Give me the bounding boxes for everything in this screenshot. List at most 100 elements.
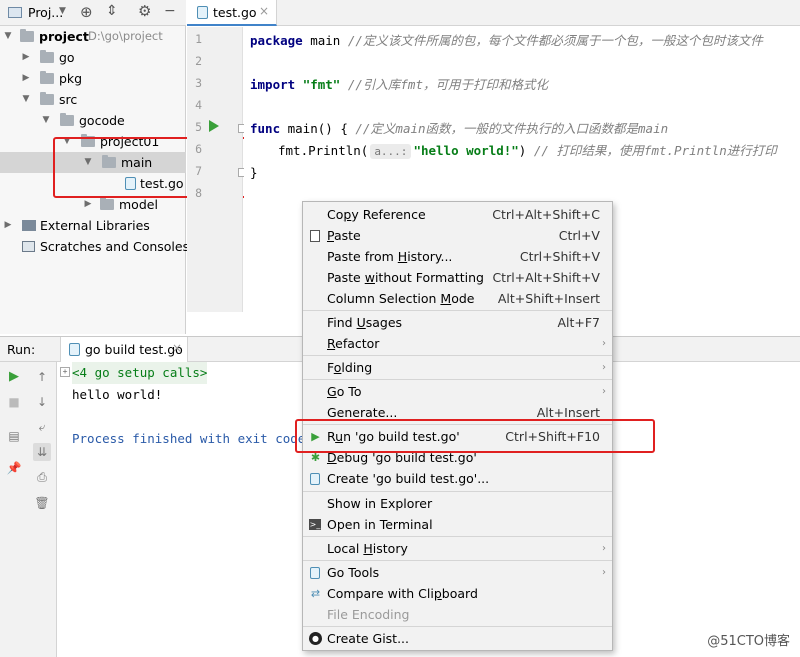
editor-gutter: 1 2 3 4 5 6 7 8	[187, 27, 247, 312]
menu-item-label: Column Selection Mode	[327, 291, 475, 306]
hide-panel-icon[interactable]: −	[164, 3, 176, 19]
submenu-arrow-icon: ›	[602, 386, 606, 397]
menu-item-local-history[interactable]: Local History ›	[303, 538, 612, 559]
menu-item-create-run-config[interactable]: Create 'go build test.go'...	[303, 468, 612, 489]
code-comment: //引入库fmt，可用于打印和格式化	[347, 77, 548, 92]
gear-icon[interactable]: ⚙	[138, 2, 151, 20]
terminal-icon: >_	[309, 519, 321, 530]
soft-wrap-icon[interactable]: ⤶	[33, 418, 51, 436]
menu-item-column-selection-mode[interactable]: Column Selection Mode Alt+Shift+Insert	[303, 288, 612, 309]
folder-icon	[100, 197, 114, 210]
keyword: func	[250, 121, 281, 136]
menu-item-refactor[interactable]: Refactor ›	[303, 333, 612, 354]
go-tools-icon	[310, 567, 320, 579]
menu-shortcut: Ctrl+Alt+Shift+C	[492, 207, 600, 222]
menu-item-create-gist[interactable]: ● Create Gist...	[303, 628, 612, 649]
chevron-down-icon[interactable]: ▼	[3, 26, 13, 47]
tree-item-src[interactable]: ▼ src	[0, 89, 186, 110]
keyword: import	[250, 77, 296, 92]
menu-shortcut: Alt+F7	[557, 315, 600, 330]
menu-item-label: Show in Explorer	[327, 496, 433, 511]
menu-separator	[303, 379, 612, 380]
menu-item-label: Paste from History...	[327, 249, 453, 264]
project-panel-title[interactable]: Proj...	[28, 5, 63, 20]
up-arrow-icon[interactable]: ↑	[33, 368, 51, 386]
menu-item-open-in-terminal[interactable]: >_ Open in Terminal	[303, 514, 612, 535]
run-gutter-icon[interactable]	[209, 120, 219, 132]
library-icon	[22, 220, 36, 231]
menu-item-label: Find Usages	[327, 315, 403, 330]
menu-separator	[303, 310, 612, 311]
menu-item-label: Go To	[327, 384, 362, 399]
tree-item-label: go	[59, 50, 75, 65]
tree-item-external-libraries[interactable]: ▶ External Libraries	[0, 215, 186, 236]
menu-item-copy-reference[interactable]: Copy Reference Ctrl+Alt+Shift+C	[303, 204, 612, 225]
menu-shortcut: Alt+Shift+Insert	[497, 291, 600, 306]
menu-shortcut: Ctrl+V	[558, 228, 600, 243]
project-view-icon	[8, 7, 22, 18]
menu-item-label: Local History	[327, 541, 408, 556]
code-text: )	[518, 143, 534, 158]
code-comment: // 打印结果，使用fmt.Println进行打印	[533, 143, 777, 158]
code-line-5: func main() { //定义main函数，一般的文件执行的入口函数都是m…	[250, 118, 668, 140]
close-icon[interactable]: ×	[259, 4, 269, 18]
tab-test-go[interactable]: test.go ×	[187, 0, 277, 26]
menu-item-folding[interactable]: Folding ›	[303, 357, 612, 378]
menu-item-find-usages[interactable]: Find Usages Alt+F7	[303, 312, 612, 333]
tree-item-label: gocode	[79, 113, 125, 128]
menu-separator	[303, 560, 612, 561]
collapse-all-icon[interactable]: ⇕	[106, 3, 118, 19]
rerun-icon[interactable]: ▶	[5, 368, 23, 386]
menu-separator	[303, 626, 612, 627]
chevron-right-icon[interactable]: ▶	[3, 215, 13, 236]
code-line-6: fmt.Println(a...: "hello world!") // 打印结果…	[278, 140, 777, 162]
run-tab-go-build[interactable]: go build test.go ×	[60, 337, 188, 362]
locate-icon[interactable]: ⊕	[80, 3, 93, 21]
scroll-to-end-icon[interactable]: ⇊	[33, 443, 51, 461]
tree-item-scratches[interactable]: Scratches and Consoles	[0, 236, 189, 257]
console-setup-calls[interactable]: <4 go setup calls>	[72, 362, 208, 384]
expand-calls-icon[interactable]: +	[60, 367, 70, 377]
tree-item-pkg[interactable]: ▶ pkg	[0, 68, 186, 89]
menu-item-label: Create 'go build test.go'...	[327, 471, 490, 486]
tree-item-label: project	[39, 29, 89, 44]
line-number: 2	[195, 54, 202, 68]
code-text: main	[302, 33, 348, 48]
code-string: "fmt"	[302, 77, 341, 92]
highlight-box-run	[295, 419, 655, 453]
tree-item-gocode[interactable]: ▼ gocode	[0, 110, 186, 131]
layout-icon[interactable]: ▤	[5, 427, 23, 445]
chevron-right-icon[interactable]: ▶	[21, 47, 31, 68]
menu-item-paste[interactable]: Paste Ctrl+V	[303, 225, 612, 246]
menu-item-paste-from-history[interactable]: Paste from History... Ctrl+Shift+V	[303, 246, 612, 267]
chevron-down-icon[interactable]: ▼	[41, 110, 51, 131]
chevron-right-icon[interactable]: ▶	[21, 68, 31, 89]
line-number: 8	[195, 186, 202, 200]
menu-item-label: Refactor	[327, 336, 380, 351]
github-icon: ●	[309, 632, 322, 645]
close-icon[interactable]: ×	[172, 341, 182, 355]
chevron-down-icon[interactable]: ▼	[21, 89, 31, 110]
menu-item-go-to[interactable]: Go To ›	[303, 381, 612, 402]
menu-item-paste-without-formatting[interactable]: Paste without Formatting Ctrl+Alt+Shift+…	[303, 267, 612, 288]
tree-item-label: External Libraries	[40, 218, 150, 233]
line-number: 6	[195, 142, 202, 156]
scratches-icon	[22, 241, 35, 252]
stop-icon[interactable]: ■	[5, 393, 23, 411]
menu-item-label: Go Tools	[327, 565, 380, 580]
menu-separator	[303, 491, 612, 492]
menu-item-compare-with-clipboard[interactable]: ⇄ Compare with Clipboard	[303, 583, 612, 604]
down-arrow-icon[interactable]: ↓	[33, 393, 51, 411]
submenu-arrow-icon: ›	[602, 362, 606, 373]
tree-item-project[interactable]: ▼ project D:\go\project	[0, 26, 186, 47]
tree-item-path: D:\go\project	[88, 29, 163, 43]
menu-item-go-tools[interactable]: Go Tools ›	[303, 562, 612, 583]
menu-item-show-in-explorer[interactable]: Show in Explorer	[303, 493, 612, 514]
pin-icon[interactable]: 📌	[5, 459, 23, 477]
tree-item-go[interactable]: ▶ go	[0, 47, 186, 68]
trash-icon[interactable]: 🗑	[33, 494, 51, 512]
code-text: fmt.Println(	[278, 143, 369, 158]
submenu-arrow-icon: ›	[602, 567, 606, 578]
print-icon[interactable]: ⎙	[33, 468, 51, 486]
view-dropdown-icon[interactable]: ▼	[59, 6, 66, 16]
